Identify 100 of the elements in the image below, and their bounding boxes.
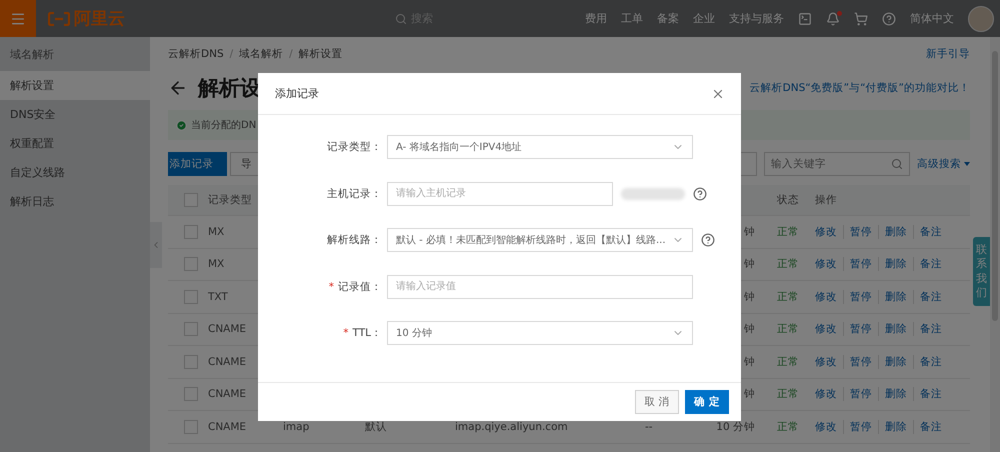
status-text: 正常 xyxy=(777,290,799,304)
breadcrumb-link[interactable]: 域名解析 xyxy=(239,47,284,61)
row-checkbox[interactable] xyxy=(184,354,198,369)
action-link[interactable]: 修改 xyxy=(815,224,843,239)
action-link[interactable]: 暂停 xyxy=(843,354,878,369)
row-checkbox[interactable] xyxy=(184,420,198,434)
help-icon[interactable] xyxy=(693,186,707,200)
action-link[interactable]: 修改 xyxy=(815,420,843,434)
page-title: 解析设 xyxy=(198,75,261,102)
action-link[interactable]: 备注 xyxy=(913,322,948,336)
contact-tab[interactable]: 联系我们 xyxy=(973,237,990,306)
status-text: 正常 xyxy=(777,387,799,402)
row-checkbox[interactable] xyxy=(184,290,198,304)
sidebar-item[interactable]: DNS安全 xyxy=(0,100,150,129)
input-field[interactable]: 请输入记录值 xyxy=(387,274,693,298)
nav-link[interactable]: 工单 xyxy=(621,11,643,26)
action-link[interactable]: 删除 xyxy=(878,322,913,336)
breadcrumb-link[interactable]: 解析设置 xyxy=(298,47,343,61)
breadcrumb-separator: / xyxy=(230,48,234,60)
action-link[interactable]: 备注 xyxy=(913,224,948,239)
required-mark: * xyxy=(329,280,334,292)
row-checkbox[interactable] xyxy=(184,387,198,402)
action-link[interactable]: 暂停 xyxy=(843,257,878,272)
select-field[interactable]: A- 将域名指向一个IPV4地址 xyxy=(387,135,693,159)
nav-link[interactable]: 备案 xyxy=(657,11,679,26)
language-link[interactable]: 简体中文 xyxy=(910,11,954,26)
search-icon[interactable] xyxy=(395,12,407,24)
action-link[interactable]: 备注 xyxy=(913,420,948,434)
breadcrumb-separator: / xyxy=(289,48,293,60)
action-link[interactable]: 备注 xyxy=(913,387,948,402)
row-checkbox[interactable] xyxy=(184,257,198,272)
input-field[interactable]: 请输入主机记录 xyxy=(387,182,613,206)
sidebar-item[interactable]: 自定义线路 xyxy=(0,158,150,187)
select-all-checkbox[interactable] xyxy=(184,193,198,207)
breadcrumb-link[interactable]: 云解析DNS xyxy=(168,47,224,61)
action-link[interactable]: 修改 xyxy=(815,322,843,336)
compare-link[interactable]: 云解析DNS“免费版”与“付费版”的功能对比！ xyxy=(750,81,970,95)
cart-icon[interactable] xyxy=(854,12,868,26)
action-link[interactable]: 删除 xyxy=(878,290,913,304)
action-link[interactable]: 暂停 xyxy=(843,420,878,434)
menu-button[interactable] xyxy=(0,0,36,37)
select-field[interactable]: 默认 - 必填！未匹配到智能解析线路时，返回【默认】线路... xyxy=(387,228,693,252)
logo-text: 阿里云 xyxy=(74,8,125,30)
sidebar-title: 域名解析 xyxy=(9,46,55,62)
action-link[interactable]: 暂停 xyxy=(843,290,878,304)
action-link[interactable]: 备注 xyxy=(913,354,948,369)
action-link[interactable]: 修改 xyxy=(815,387,843,402)
nav-link[interactable]: 费用 xyxy=(585,11,607,26)
action-link[interactable]: 备注 xyxy=(913,257,948,272)
table-cell: 钟 xyxy=(744,354,755,369)
action-link[interactable]: 备注 xyxy=(913,290,948,304)
nav-link[interactable]: 企业 xyxy=(693,11,715,26)
sidebar-item[interactable]: 权重配置 xyxy=(0,129,150,158)
action-link[interactable]: 修改 xyxy=(815,257,843,272)
action-link[interactable]: 删除 xyxy=(878,354,913,369)
scrollbar[interactable] xyxy=(990,37,1000,452)
menu-icon xyxy=(10,10,26,26)
sidebar-item[interactable]: 解析日志 xyxy=(0,187,150,216)
action-link[interactable]: 修改 xyxy=(815,354,843,369)
table-cell: MX xyxy=(208,226,224,238)
status-text: 正常 xyxy=(777,224,799,239)
action-link[interactable]: 修改 xyxy=(815,290,843,304)
table-cell: imap.qiye.aliyun.com xyxy=(455,420,568,433)
action-link[interactable]: 删除 xyxy=(878,224,913,239)
table-cell: 钟 xyxy=(744,387,755,402)
nav-link[interactable]: 支持与服务 xyxy=(729,11,784,26)
table-cell: 钟 xyxy=(744,322,755,336)
cancel-button[interactable]: 取 消 xyxy=(635,390,679,414)
status-text: 正常 xyxy=(777,257,799,272)
column-header: 操作 xyxy=(815,193,837,207)
action-link[interactable]: 暂停 xyxy=(843,387,878,402)
guide-link[interactable]: 新手引导 xyxy=(926,47,970,61)
sidebar-item[interactable]: 解析设置 xyxy=(0,71,150,100)
keyword-field[interactable]: 输入关键字 xyxy=(764,152,910,176)
search-icon[interactable] xyxy=(891,158,903,170)
confirm-button[interactable]: 确 定 xyxy=(685,390,729,414)
row-checkbox[interactable] xyxy=(184,322,198,336)
toolbar-button[interactable]: 添加记录 xyxy=(168,152,227,176)
terminal-icon[interactable] xyxy=(798,12,812,26)
collapse-handle[interactable] xyxy=(150,222,162,268)
table-cell: -- xyxy=(645,420,653,433)
row-checkbox[interactable] xyxy=(184,224,198,239)
action-link[interactable]: 暂停 xyxy=(843,224,878,239)
table-cell: 10 分钟 xyxy=(716,420,755,434)
field-label: 解析线路： xyxy=(327,233,383,247)
avatar[interactable] xyxy=(968,6,994,32)
column-header: 状态 xyxy=(777,193,799,207)
action-link[interactable]: 删除 xyxy=(878,257,913,272)
action-link[interactable]: 暂停 xyxy=(843,322,878,336)
table-cell: 默认 xyxy=(365,420,387,434)
bell-icon[interactable] xyxy=(826,12,840,26)
help-icon[interactable] xyxy=(701,233,715,247)
action-link[interactable]: 删除 xyxy=(878,387,913,402)
status-text: 正常 xyxy=(777,420,799,434)
table-cell: CNAME xyxy=(208,323,246,336)
bracket-logo-icon xyxy=(48,12,70,26)
select-field[interactable]: 10 分钟 xyxy=(387,321,693,345)
advanced-search-link[interactable]: 高级搜索 xyxy=(917,157,970,171)
table-cell: 钟 xyxy=(744,224,755,239)
action-link[interactable]: 删除 xyxy=(878,420,913,434)
